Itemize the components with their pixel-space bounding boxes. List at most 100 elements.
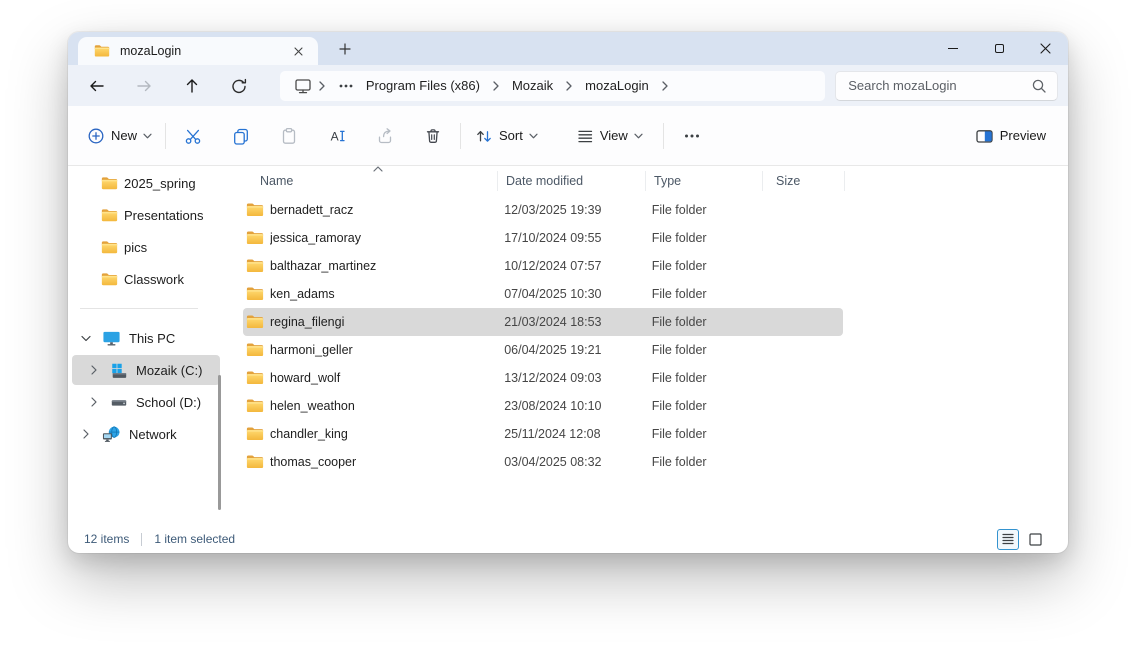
tab-close-icon[interactable]	[288, 41, 308, 61]
details-view-button[interactable]	[997, 529, 1019, 550]
sidebar: 2025_spring Presentations pics	[68, 166, 228, 525]
file-list: Name Date modified Type Size bernadett_r…	[228, 166, 1068, 525]
rename-button[interactable]: A	[317, 118, 357, 154]
file-date-modified: 10/12/2024 07:57	[496, 259, 644, 273]
drive-c-icon	[110, 362, 128, 379]
chevron-down-icon[interactable]	[78, 335, 94, 342]
breadcrumb-item[interactable]: Mozaik	[506, 78, 559, 93]
svg-text:A: A	[331, 129, 339, 143]
file-name: jessica_ramoray	[270, 231, 496, 245]
sort-button[interactable]: Sort	[467, 118, 546, 154]
back-button[interactable]	[80, 69, 113, 103]
folder-icon	[101, 272, 118, 287]
file-row[interactable]: jessica_ramoray 17/10/2024 09:55 File fo…	[243, 224, 843, 252]
column-header-size[interactable]: Size	[762, 171, 845, 191]
file-name: thomas_cooper	[270, 455, 496, 469]
chevron-right-icon[interactable]	[86, 397, 102, 407]
toolbar-divider	[460, 123, 461, 149]
refresh-button[interactable]	[222, 69, 255, 103]
file-row[interactable]: howard_wolf 13/12/2024 09:03 File folder	[243, 364, 843, 392]
up-button[interactable]	[175, 69, 208, 103]
drive-d-icon	[110, 394, 128, 411]
minimize-button[interactable]	[930, 32, 976, 65]
file-type: File folder	[644, 315, 761, 329]
large-icons-view-button[interactable]	[1024, 529, 1046, 550]
file-row[interactable]: bernadett_racz 12/03/2025 19:39 File fol…	[243, 196, 843, 224]
sidebar-item-folder[interactable]: Classwork	[72, 264, 220, 294]
cut-button[interactable]	[173, 118, 213, 154]
file-row[interactable]: ken_adams 07/04/2025 10:30 File folder	[243, 280, 843, 308]
clipboard-group: A	[173, 118, 453, 154]
new-button[interactable]: New	[83, 118, 165, 154]
sidebar-item-this-pc[interactable]: This PC	[72, 323, 220, 353]
sidebar-item-label: Classwork	[124, 272, 184, 287]
sidebar-item-drive-c[interactable]: Mozaik (C:)	[72, 355, 220, 385]
sidebar-item-folder[interactable]: pics	[72, 232, 220, 262]
file-row[interactable]: regina_filengi 21/03/2024 18:53 File fol…	[243, 308, 843, 336]
file-name: balthazar_martinez	[270, 259, 496, 273]
search-box[interactable]	[835, 71, 1058, 101]
sidebar-separator	[80, 308, 198, 309]
forward-button[interactable]	[127, 69, 160, 103]
chevron-right-icon[interactable]	[655, 81, 675, 91]
column-header-type[interactable]: Type	[645, 171, 762, 191]
file-row[interactable]: helen_weathon 23/08/2024 10:10 File fold…	[243, 392, 843, 420]
more-options-button[interactable]	[674, 118, 710, 154]
sidebar-scrollbar[interactable]	[218, 375, 221, 510]
sort-ascending-icon[interactable]	[373, 166, 383, 172]
copy-button[interactable]	[221, 118, 261, 154]
share-button[interactable]	[365, 118, 405, 154]
column-header-date-modified[interactable]: Date modified	[497, 171, 645, 191]
breadcrumb-item[interactable]: mozaLogin	[579, 78, 655, 93]
file-name: helen_weathon	[270, 399, 496, 413]
ellipsis-icon	[684, 134, 700, 138]
back-icon	[88, 77, 106, 95]
file-row[interactable]: balthazar_martinez 10/12/2024 07:57 File…	[243, 252, 843, 280]
folder-icon	[246, 202, 264, 217]
folder-icon	[246, 342, 264, 357]
chevron-right-icon[interactable]	[86, 365, 102, 375]
folder-icon	[246, 314, 264, 329]
share-icon	[376, 127, 394, 145]
file-date-modified: 06/04/2025 19:21	[496, 343, 644, 357]
large-icons-view-icon	[1029, 533, 1042, 546]
search-icon[interactable]	[1031, 78, 1047, 94]
chevron-right-icon[interactable]	[486, 81, 506, 91]
preview-icon	[975, 127, 994, 145]
sidebar-item-folder[interactable]: Presentations	[72, 200, 220, 230]
paste-button[interactable]	[269, 118, 309, 154]
delete-button[interactable]	[413, 118, 453, 154]
close-button[interactable]	[1022, 32, 1068, 65]
chevron-right-icon[interactable]	[78, 429, 94, 439]
file-type: File folder	[644, 371, 761, 385]
this-pc-icon[interactable]	[294, 77, 312, 95]
file-row[interactable]: harmoni_geller 06/04/2025 19:21 File fol…	[243, 336, 843, 364]
maximize-button[interactable]	[976, 32, 1022, 65]
file-row[interactable]: chandler_king 25/11/2024 12:08 File fold…	[243, 420, 843, 448]
explorer-tab[interactable]: mozaLogin	[78, 37, 318, 65]
file-type: File folder	[644, 231, 761, 245]
chevron-right-icon[interactable]	[559, 81, 579, 91]
breadcrumb-overflow-icon[interactable]	[332, 84, 360, 88]
status-divider	[141, 533, 142, 546]
tab-title: mozaLogin	[120, 44, 288, 58]
minimize-icon	[948, 48, 958, 49]
chevron-down-icon	[143, 133, 152, 139]
sidebar-item-folder[interactable]: 2025_spring	[72, 168, 220, 198]
delete-icon	[424, 127, 442, 145]
column-header-name[interactable]: Name	[243, 171, 497, 191]
file-name: chandler_king	[270, 427, 496, 441]
breadcrumb-item[interactable]: Program Files (x86)	[360, 78, 486, 93]
view-button[interactable]: View	[568, 118, 651, 154]
sidebar-item-drive-d[interactable]: School (D:)	[72, 387, 220, 417]
file-date-modified: 07/04/2025 10:30	[496, 287, 644, 301]
file-row[interactable]: thomas_cooper 03/04/2025 08:32 File fold…	[243, 448, 843, 476]
preview-button[interactable]: Preview	[967, 118, 1046, 154]
file-date-modified: 13/12/2024 09:03	[496, 371, 644, 385]
close-icon	[1040, 43, 1051, 54]
sidebar-item-network[interactable]: Network	[72, 419, 220, 449]
file-name: bernadett_racz	[270, 203, 496, 217]
new-tab-button[interactable]	[332, 36, 358, 62]
search-input[interactable]	[848, 78, 1031, 93]
copy-icon	[232, 127, 250, 145]
